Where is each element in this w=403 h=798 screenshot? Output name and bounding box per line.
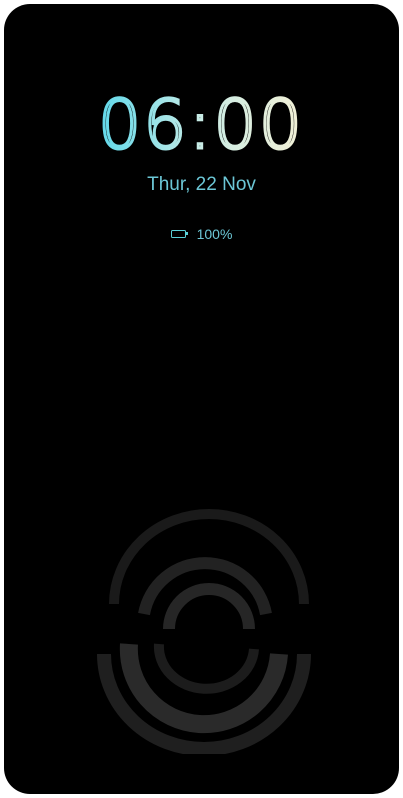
clock-graphic: 06:00 <box>97 86 304 158</box>
always-on-display: 06:00 Thur, 22 Nov 100% <box>4 4 399 794</box>
fingerprint-icon[interactable] <box>84 504 324 756</box>
battery-percent: 100% <box>196 226 233 242</box>
clock: 06:00 <box>4 86 399 158</box>
date-label: Thur, 22 Nov <box>147 174 256 195</box>
battery-icon <box>170 229 189 239</box>
clock-time: 06:00 <box>98 86 304 158</box>
battery-status: 100% <box>4 226 399 242</box>
